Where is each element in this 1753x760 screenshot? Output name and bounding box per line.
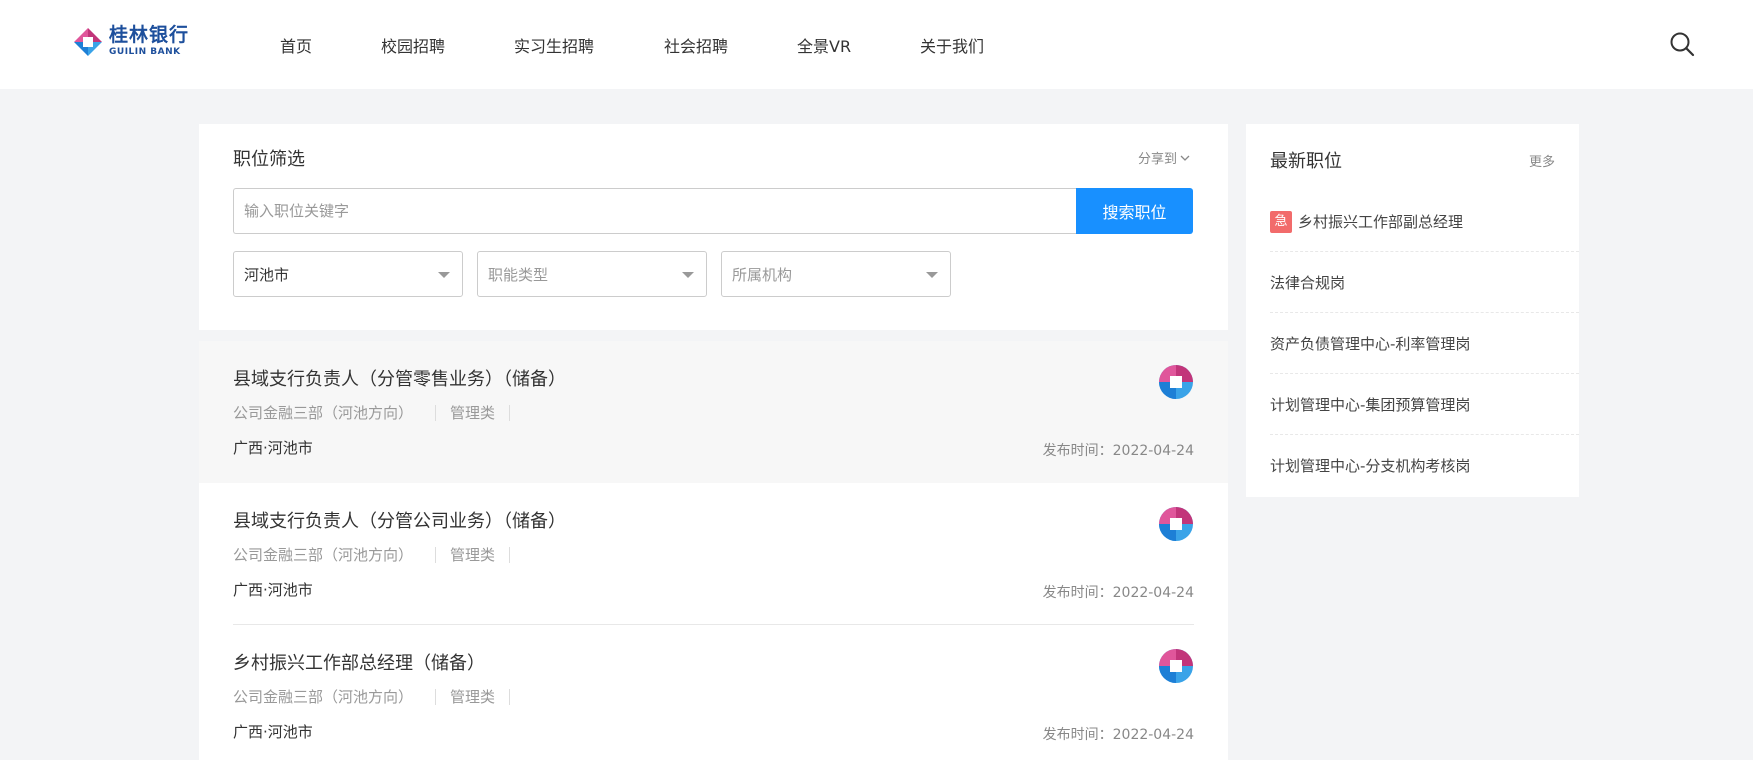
share-label: 分享到 <box>1137 152 1177 167</box>
divider <box>509 546 511 563</box>
organization-select[interactable]: 所属机构 <box>721 251 951 297</box>
job-category: 管理类 <box>450 404 496 422</box>
chevron-down-icon <box>1180 155 1190 161</box>
job-filter-panel: 职位筛选 分享到 搜索职位 河池市 职能类型 所属机构 <box>199 124 1228 330</box>
job-list-item[interactable]: 县域支行负责人（分管零售业务）（储备） 公司金融三部（河池方向） 管理类 广西·… <box>199 341 1228 483</box>
job-department: 公司金融三部（河池方向） <box>233 404 414 422</box>
job-list-item[interactable]: 县域支行负责人（分管公司业务）（储备） 公司金融三部（河池方向） 管理类 广西·… <box>199 483 1228 625</box>
job-department: 公司金融三部（河池方向） <box>233 688 414 706</box>
job-publish-date: 发布时间：2022-04-24 <box>1042 585 1194 601</box>
latest-job-label: 计划管理中心-集团预算管理岗 <box>1270 396 1471 414</box>
bank-logo-icon <box>1159 507 1193 541</box>
filter-title: 职位筛选 <box>233 149 305 170</box>
organization-placeholder: 所属机构 <box>732 265 793 284</box>
latest-job-item[interactable]: 法律合规岗 <box>1270 252 1579 313</box>
urgent-badge: 急 <box>1270 210 1292 233</box>
job-list: 县域支行负责人（分管零售业务）（储备） 公司金融三部（河池方向） 管理类 广西·… <box>199 341 1228 760</box>
latest-job-item[interactable]: 计划管理中心-分支机构考核岗 <box>1270 435 1579 496</box>
latest-job-label: 乡村振兴工作部副总经理 <box>1298 213 1464 231</box>
nav-item-about[interactable]: 关于我们 <box>920 33 984 57</box>
brand-name-en: GUILIN BANK <box>109 47 181 57</box>
city-select-value: 河池市 <box>244 265 290 284</box>
divider <box>435 688 437 705</box>
nav-item-campus[interactable]: 校园招聘 <box>381 33 445 57</box>
bank-logo-icon <box>74 27 102 56</box>
nav-item-intern[interactable]: 实习生招聘 <box>514 33 594 57</box>
nav-item-vr[interactable]: 全景VR <box>797 33 851 57</box>
job-title[interactable]: 县域支行负责人（分管零售业务）（储备） <box>233 365 566 391</box>
job-publish-date: 发布时间：2022-04-24 <box>1042 443 1194 459</box>
top-header: 桂林银行 GUILIN BANK 首页 校园招聘 实习生招聘 社会招聘 全景VR… <box>0 0 1753 89</box>
latest-job-label: 法律合规岗 <box>1270 274 1346 292</box>
divider <box>509 688 511 705</box>
search-jobs-button[interactable]: 搜索职位 <box>1076 188 1193 234</box>
latest-jobs-title: 最新职位 <box>1270 151 1342 172</box>
job-title[interactable]: 乡村振兴工作部总经理（储备） <box>233 649 485 675</box>
job-meta: 公司金融三部（河池方向） 管理类 <box>233 544 511 565</box>
latest-job-item[interactable]: 资产负债管理中心-利率管理岗 <box>1270 313 1579 374</box>
share-dropdown[interactable]: 分享到 <box>1138 148 1190 167</box>
search-icon[interactable] <box>1669 31 1695 57</box>
job-department: 公司金融三部（河池方向） <box>233 546 414 564</box>
job-location: 广西·河池市 <box>233 439 313 457</box>
caret-down-icon <box>438 272 450 278</box>
bank-logo-icon <box>1159 649 1193 683</box>
job-meta: 公司金融三部（河池方向） 管理类 <box>233 402 511 423</box>
caret-down-icon <box>682 272 694 278</box>
job-location: 广西·河池市 <box>233 723 313 741</box>
latest-job-label: 计划管理中心-分支机构考核岗 <box>1270 457 1471 475</box>
divider <box>435 404 437 421</box>
divider <box>435 546 437 563</box>
latest-job-label: 资产负债管理中心-利率管理岗 <box>1270 335 1471 353</box>
caret-down-icon <box>926 272 938 278</box>
job-category: 管理类 <box>450 546 496 564</box>
latest-job-item[interactable]: 计划管理中心-集团预算管理岗 <box>1270 374 1579 435</box>
nav-item-social[interactable]: 社会招聘 <box>664 33 728 57</box>
nav-item-home[interactable]: 首页 <box>280 33 312 57</box>
job-meta: 公司金融三部（河池方向） 管理类 <box>233 686 511 707</box>
latest-jobs-panel: 最新职位 更多 急 乡村振兴工作部副总经理 法律合规岗 资产负债管理中心-利率管… <box>1246 124 1579 497</box>
function-type-select[interactable]: 职能类型 <box>477 251 707 297</box>
search-bar: 搜索职位 <box>233 188 1193 234</box>
job-publish-date: 发布时间：2022-04-24 <box>1042 727 1194 743</box>
search-input[interactable] <box>233 188 1076 234</box>
bank-logo-icon <box>1159 365 1193 399</box>
city-select[interactable]: 河池市 <box>233 251 463 297</box>
brand-name-cn: 桂林银行 <box>109 24 190 46</box>
job-title[interactable]: 县域支行负责人（分管公司业务）（储备） <box>233 507 566 533</box>
more-link[interactable]: 更多 <box>1529 151 1555 170</box>
job-list-item[interactable]: 乡村振兴工作部总经理（储备） 公司金融三部（河池方向） 管理类 广西·河池市 发… <box>199 625 1228 760</box>
job-category: 管理类 <box>450 688 496 706</box>
job-location: 广西·河池市 <box>233 581 313 599</box>
brand-logo[interactable]: 桂林银行 GUILIN BANK <box>73 26 189 57</box>
divider <box>509 404 511 421</box>
function-type-placeholder: 职能类型 <box>488 265 549 284</box>
latest-job-item[interactable]: 急 乡村振兴工作部副总经理 <box>1270 191 1579 252</box>
